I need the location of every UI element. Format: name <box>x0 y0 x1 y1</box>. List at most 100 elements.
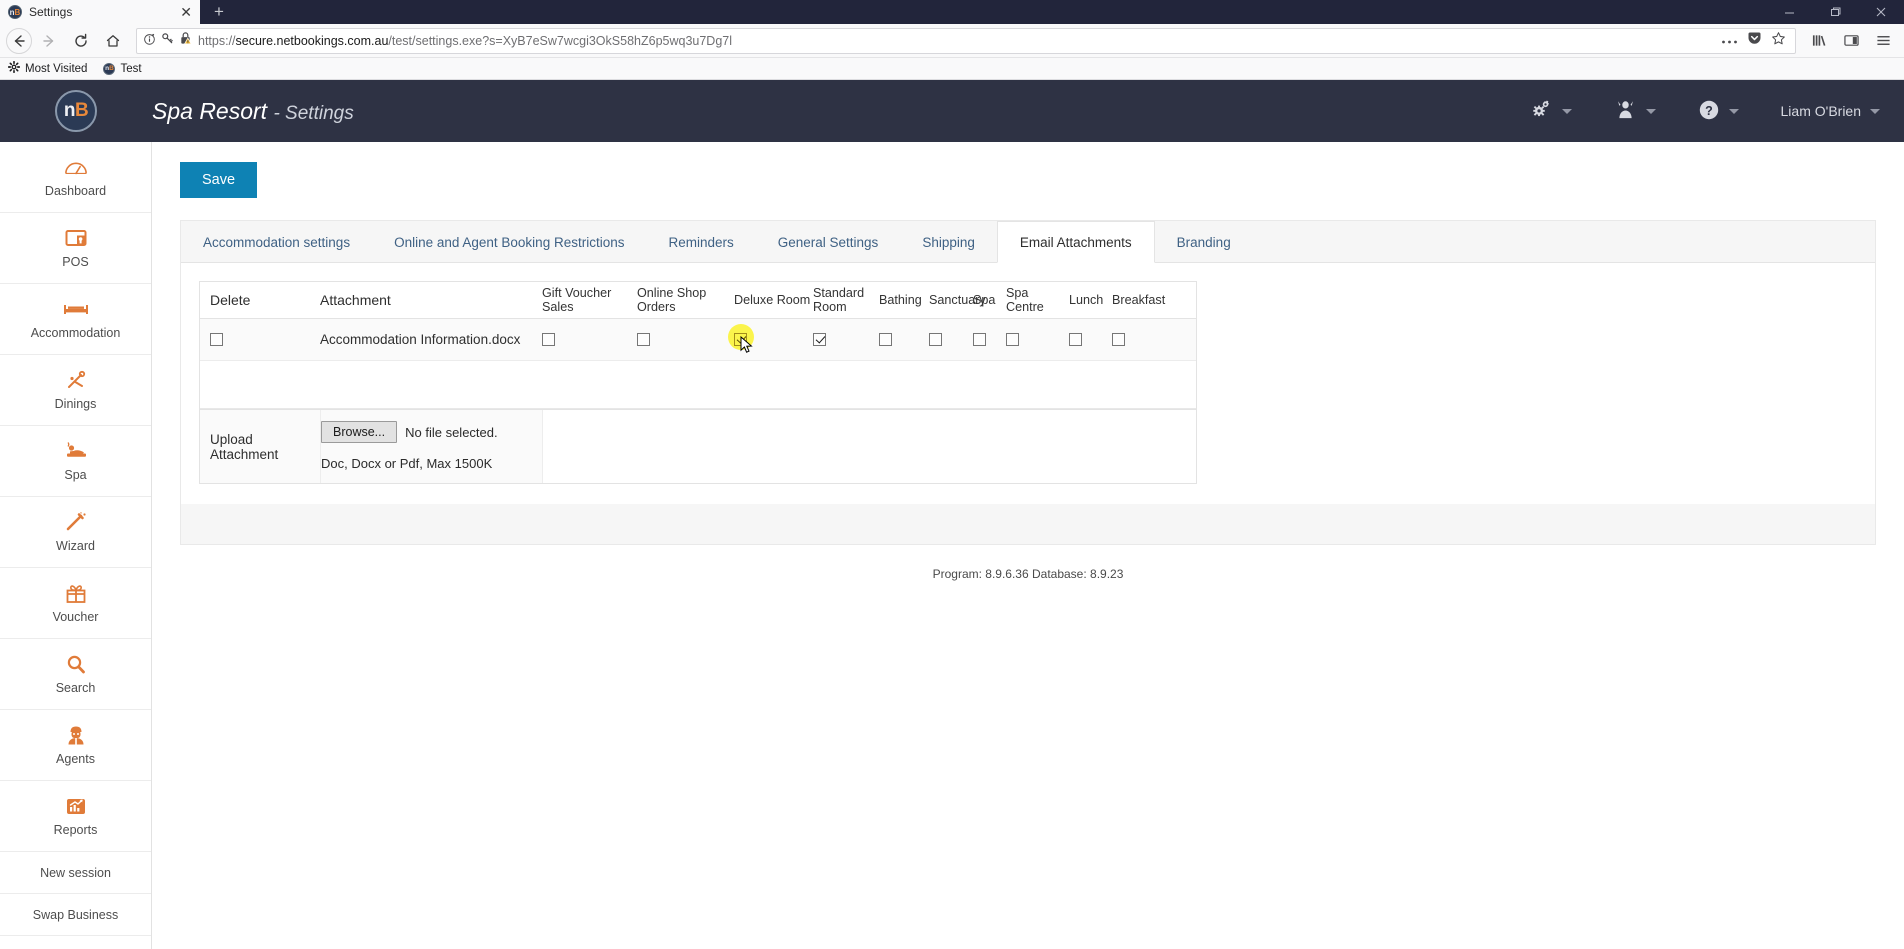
browse-button[interactable]: Browse... <box>321 421 398 443</box>
question-circle-icon: ? <box>1698 99 1720 124</box>
sidebar-item-voucher[interactable]: Voucher <box>0 568 151 639</box>
cutlery-icon <box>65 369 87 391</box>
sidebar-item-search[interactable]: Search <box>0 639 151 710</box>
header-settings-menu[interactable] <box>1530 99 1572 123</box>
sidebar-item-label: Swap Business <box>32 907 119 922</box>
bathing-checkbox[interactable] <box>879 332 892 346</box>
window-controls <box>1766 0 1904 24</box>
sidebar-item-spa[interactable]: Spa <box>0 426 151 497</box>
chevron-down-icon <box>1870 108 1880 114</box>
sidebar-item-wizard[interactable]: Wizard <box>0 497 151 568</box>
tab-general-settings[interactable]: General Settings <box>756 222 901 262</box>
browser-titlebar: nB Settings ✕ + <box>0 0 1904 24</box>
magic-wand-icon <box>65 511 87 533</box>
sidebar-item-label: Agents <box>56 752 95 766</box>
url-text: https://secure.netbookings.com.au/test/s… <box>198 33 733 48</box>
table-spacer-row <box>200 361 1196 409</box>
sidebar-item-swap-business[interactable]: Swap Business <box>0 894 151 936</box>
browser-toolbar-right <box>1804 27 1898 55</box>
sidebar-item-accommodation[interactable]: Accommodation <box>0 284 151 355</box>
tab-strip: nB Settings ✕ + <box>0 0 1766 24</box>
info-icon[interactable] <box>143 32 156 50</box>
tab-email-attachments[interactable]: Email Attachments <box>996 221 1155 263</box>
maximize-icon[interactable] <box>1812 0 1858 24</box>
pos-terminal-icon <box>65 227 87 249</box>
minimize-icon[interactable] <box>1766 0 1812 24</box>
column-header-bathing: Bathing <box>879 293 922 307</box>
standard-room-checkbox[interactable] <box>813 332 826 346</box>
column-header-deluxe-room: Deluxe Room <box>734 293 811 307</box>
cell-online-shop-orders <box>637 331 734 349</box>
tab-accommodation-settings[interactable]: Accommodation settings <box>181 222 372 262</box>
sidebar-icon[interactable] <box>1836 27 1866 55</box>
tab-branding[interactable]: Branding <box>1155 222 1253 262</box>
sidebar-item-label: Dashboard <box>44 184 107 198</box>
pocket-icon[interactable] <box>1747 31 1762 51</box>
url-bar-actions <box>1721 31 1789 51</box>
table-row: Accommodation Information.docx <box>200 319 1196 361</box>
tab-shipping[interactable]: Shipping <box>900 222 997 262</box>
back-arrow-icon[interactable] <box>6 27 32 54</box>
header-account-menu[interactable]: Liam O'Brien <box>1781 103 1880 119</box>
sidebar-item-pos[interactable]: POS <box>0 213 151 284</box>
column-header-breakfast: Breakfast <box>1112 293 1166 307</box>
sidebar-item-label: Reports <box>53 823 98 837</box>
close-icon[interactable]: ✕ <box>180 5 192 19</box>
bookmark-star-icon[interactable] <box>1771 31 1786 51</box>
nb-logo-icon: nB <box>8 5 22 19</box>
forward-arrow-icon[interactable] <box>34 27 64 55</box>
browser-tab-title: Settings <box>29 5 73 19</box>
library-icon[interactable] <box>1804 27 1834 55</box>
bookmark-most-visited[interactable]: Most Visited <box>7 60 88 76</box>
sidebar-item-dinings[interactable]: Dinings <box>0 355 151 426</box>
url-bar[interactable]: https://secure.netbookings.com.au/test/s… <box>136 27 1796 54</box>
sidebar-item-label: POS <box>62 255 89 269</box>
header-user-menu[interactable] <box>1614 99 1656 123</box>
sidebar-item-dashboard[interactable]: Dashboard <box>0 142 151 213</box>
column-header-lunch: Lunch <box>1069 293 1104 307</box>
bookmark-label: Most Visited <box>25 62 88 75</box>
hamburger-menu-icon[interactable] <box>1868 27 1898 55</box>
warning-lock-icon[interactable] <box>179 31 192 50</box>
sidebar-item-new-session[interactable]: New session <box>0 852 151 894</box>
tab-online-agent-booking-restrictions[interactable]: Online and Agent Booking Restrictions <box>372 222 646 262</box>
browser-tab-settings[interactable]: nB Settings ✕ <box>0 0 200 24</box>
search-icon <box>65 653 87 675</box>
chevron-down-icon <box>1728 108 1739 114</box>
bookmark-test[interactable]: nB Test <box>103 62 142 75</box>
deluxe-room-checkbox[interactable] <box>734 332 747 346</box>
sidebar-item-label: Accommodation <box>30 326 121 340</box>
sidebar-item-agents[interactable]: Agents <box>0 710 151 781</box>
sidebar-item-label: Dinings <box>54 397 97 411</box>
nb-logo-icon: nB <box>55 90 97 132</box>
save-button[interactable]: Save <box>180 162 258 198</box>
spa-checkbox[interactable] <box>973 332 986 346</box>
new-tab-button[interactable]: + <box>200 0 238 24</box>
reload-icon[interactable] <box>66 27 96 55</box>
breakfast-checkbox[interactable] <box>1112 332 1125 346</box>
home-icon[interactable] <box>98 27 128 55</box>
tab-reminders[interactable]: Reminders <box>646 222 755 262</box>
sidebar-item-reports[interactable]: Reports <box>0 781 151 852</box>
cell-gift-voucher-sales <box>542 331 637 349</box>
sanctuary-checkbox[interactable] <box>929 332 942 346</box>
version-footer: Program: 8.9.6.36 Database: 8.9.23 <box>932 567 1124 581</box>
massage-icon <box>64 440 88 462</box>
app-logo-wrap[interactable]: nB <box>0 90 152 132</box>
online-shop-orders-checkbox[interactable] <box>637 332 650 346</box>
close-icon[interactable] <box>1858 0 1904 24</box>
key-icon[interactable] <box>161 32 174 50</box>
delete-checkbox[interactable] <box>210 332 223 346</box>
gears-icon <box>1530 99 1553 123</box>
spa-centre-checkbox[interactable] <box>1006 332 1019 346</box>
column-header-standard-room: Standard Room <box>813 286 865 314</box>
header-help-menu[interactable]: ? <box>1698 99 1739 124</box>
column-header-delete: Delete <box>210 292 251 308</box>
lunch-checkbox[interactable] <box>1069 332 1082 346</box>
nb-logo-icon: nB <box>103 62 116 75</box>
chart-icon <box>65 795 87 817</box>
main-content: Save Accommodation settings Online and A… <box>152 142 1904 949</box>
cell-attachment-name: Accommodation Information.docx <box>320 332 521 347</box>
gift-voucher-sales-checkbox[interactable] <box>542 332 555 346</box>
page-actions-ellipsis-icon[interactable] <box>1721 32 1738 50</box>
